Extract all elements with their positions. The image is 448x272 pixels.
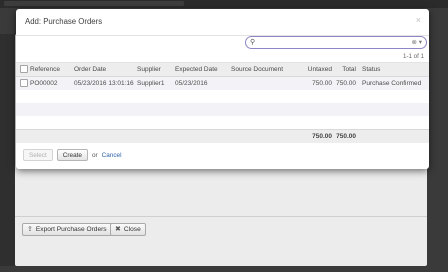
empty-row [16, 90, 429, 103]
column-status[interactable]: Status [360, 62, 429, 77]
column-order-date[interactable]: Order Date [74, 62, 137, 77]
cell-status: Purchase Confirmed [360, 76, 429, 90]
cell-source-document [231, 76, 298, 90]
search-input[interactable]: ⚲ ⊗ ▾ [245, 36, 427, 49]
dialog-close-icon[interactable]: × [416, 15, 421, 25]
select-button[interactable]: Select [23, 149, 53, 161]
search-icon: ⚲ [250, 39, 256, 46]
background-footer-divider [15, 216, 427, 217]
export-icon: ⇪ [27, 226, 33, 233]
select-all-checkbox[interactable] [16, 62, 30, 77]
table-header-row: Reference Order Date Supplier Expected D… [16, 62, 429, 77]
close-button-label: Close [123, 226, 141, 233]
cell-order-date: 05/23/2016 13:01:16 [74, 76, 137, 90]
pager: 1-1 of 1 [403, 53, 424, 60]
or-text: or [91, 151, 98, 159]
cell-supplier: Supplier1 [137, 76, 175, 90]
column-untaxed[interactable]: Untaxed [298, 62, 336, 77]
purchase-orders-table: Reference Order Date Supplier Expected D… [16, 62, 429, 143]
row-checkbox[interactable] [16, 76, 30, 90]
dialog-title: Add: Purchase Orders [25, 17, 103, 26]
background-left-edge [0, 34, 15, 266]
cell-total: 750.00 [336, 76, 360, 90]
column-supplier[interactable]: Supplier [137, 62, 175, 77]
column-expected-date[interactable]: Expected Date [175, 62, 231, 77]
cell-expected-date: 05/23/2016 [175, 76, 231, 90]
close-button[interactable]: ✖ Close [110, 223, 146, 236]
x-icon: ✖ [115, 226, 121, 233]
background-top-bar [0, 0, 448, 8]
total-untaxed: 750.00 [298, 129, 336, 143]
export-purchase-orders-button[interactable]: ⇪ Export Purchase Orders [22, 223, 112, 236]
dropdown-icon[interactable]: ⊗ ▾ [411, 38, 422, 46]
column-source-document[interactable]: Source Document [231, 62, 298, 77]
cell-untaxed: 750.00 [298, 76, 336, 90]
background-menu [4, 1, 184, 6]
total-total: 750.00 [336, 129, 360, 143]
empty-row [16, 103, 429, 116]
cancel-link[interactable]: Cancel [102, 152, 122, 159]
empty-row [16, 116, 429, 130]
add-purchase-orders-dialog: Add: Purchase Orders × ⚲ ⊗ ▾ 1-1 of 1 Re… [16, 9, 429, 169]
export-button-label: Export Purchase Orders [35, 226, 107, 233]
totals-row: 750.00 750.00 [16, 129, 429, 143]
table-row[interactable]: PO00002 05/23/2016 13:01:16 Supplier1 05… [16, 76, 429, 90]
cell-reference: PO00002 [30, 76, 74, 90]
column-total[interactable]: Total [336, 62, 360, 77]
column-reference[interactable]: Reference [30, 62, 74, 77]
create-button[interactable]: Create [56, 149, 88, 161]
dialog-actions: Select Create or Cancel [23, 149, 122, 161]
